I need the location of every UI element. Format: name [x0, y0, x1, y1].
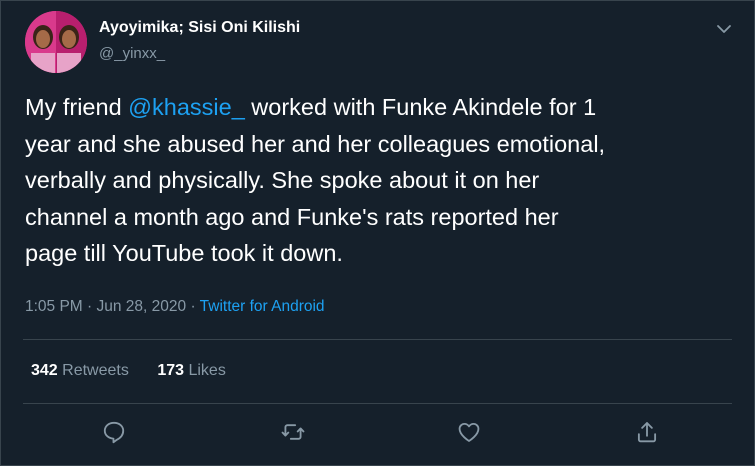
heart-icon[interactable]	[456, 419, 482, 445]
reply-icon[interactable]	[101, 419, 127, 445]
likes-label: Likes	[188, 362, 226, 379]
tweet-meta: 1:05 PM · Jun 28, 2020 · Twitter for And…	[25, 298, 325, 316]
display-name[interactable]: Ayoyimika; Sisi Oni Kilishi	[99, 19, 300, 37]
likes-stat[interactable]: 173 Likes	[157, 362, 226, 380]
tweet-text-segment: My friend	[25, 94, 129, 120]
chevron-down-icon[interactable]	[714, 19, 734, 39]
tweet-text-segment: worked with Funke Akindele for 1	[244, 94, 597, 120]
tweet-text-line: verbally and physically. She spoke about…	[25, 167, 540, 193]
tweet-text: My friend @khassie_ worked with Funke Ak…	[25, 89, 735, 272]
source-link[interactable]: Twitter for Android	[200, 298, 325, 315]
avatar[interactable]	[25, 11, 87, 73]
tweet-text-line: year and she abused her and her colleagu…	[25, 130, 606, 157]
retweet-icon[interactable]	[280, 419, 306, 445]
meta-separator: ·	[186, 298, 200, 315]
tweet-card: Ayoyimika; Sisi Oni Kilishi @_yinxx_ My …	[0, 0, 755, 466]
tweet-text-line: channel a month ago and Funke's rats rep…	[25, 203, 559, 230]
handle[interactable]: @_yinxx_	[99, 45, 165, 62]
retweets-label: Retweets	[62, 362, 129, 379]
mention-link[interactable]: @khassie_	[128, 94, 245, 120]
engagement-stats: 342 Retweets 173 Likes	[31, 362, 250, 380]
retweets-count: 342	[31, 362, 58, 379]
divider	[23, 339, 732, 340]
likes-count: 173	[157, 362, 185, 379]
tweet-text-line: page till YouTube took it down.	[25, 240, 343, 266]
retweets-stat[interactable]: 342 Retweets	[31, 362, 129, 380]
tweet-text-line: My friend @khassie_ worked with Funke Ak…	[25, 89, 735, 126]
share-icon[interactable]	[634, 419, 660, 445]
divider	[23, 403, 732, 404]
timestamp[interactable]: 1:05 PM · Jun 28, 2020	[25, 298, 186, 315]
